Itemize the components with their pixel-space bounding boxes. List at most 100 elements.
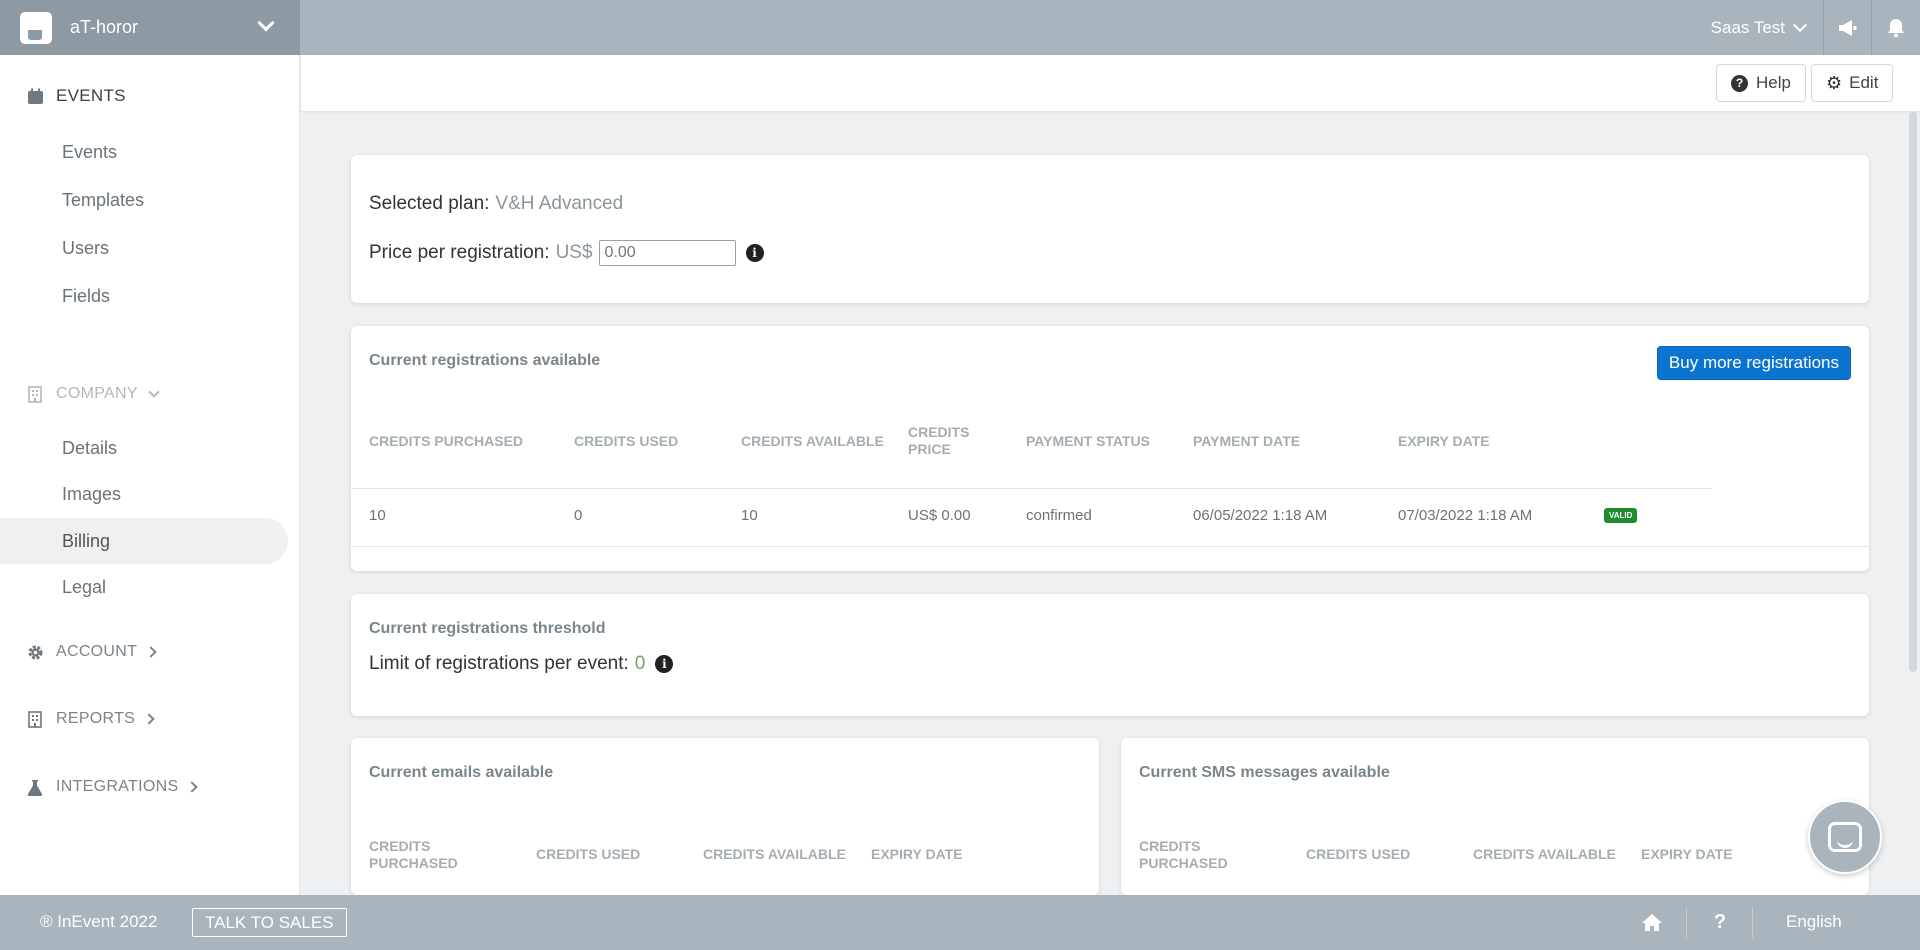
calendar-icon: [26, 87, 44, 105]
home-button[interactable]: [1636, 895, 1668, 950]
column-header: CREDITS PRICE: [908, 424, 970, 457]
footer: ® InEvent 2022 TALK TO SALES ? English: [0, 895, 1920, 950]
column-header: CREDITS AVAILABLE: [741, 433, 884, 449]
home-icon: [1642, 914, 1662, 931]
cell-payment-status: confirmed: [1026, 507, 1092, 524]
chevron-down-icon: [257, 14, 275, 32]
question-icon[interactable]: ?: [1705, 895, 1735, 950]
megaphone-icon: [1838, 19, 1856, 36]
sidebar-heading-reports: REPORTS: [56, 710, 136, 727]
sidebar-section-events[interactable]: EVENTS: [26, 86, 126, 106]
announcements-button[interactable]: [1824, 0, 1872, 55]
buy-more-registrations-button[interactable]: Buy more registrations: [1656, 346, 1851, 380]
chat-icon: [1828, 822, 1862, 852]
sidebar-section-company[interactable]: COMPANY: [26, 385, 160, 403]
cell-expiry-date: 07/03/2022 1:18 AM: [1398, 507, 1533, 524]
cell-price: US$ 0.00: [908, 507, 971, 524]
sidebar-heading-events: EVENTS: [56, 86, 126, 105]
divider: [1686, 907, 1687, 938]
emails-title: Current emails available: [369, 764, 554, 781]
registrations-title: Current registrations available: [369, 352, 601, 369]
edit-button[interactable]: ⚙ Edit: [1811, 64, 1894, 102]
registrations-card: Current registrations available Buy more…: [351, 326, 1869, 571]
sidebar-heading-integrations: INTEGRATIONS: [56, 778, 179, 795]
help-button[interactable]: ? Help: [1716, 64, 1806, 102]
info-icon[interactable]: i: [655, 655, 674, 673]
bell-icon: [1888, 18, 1904, 37]
cell-used: 0: [574, 507, 583, 524]
sidebar-section-integrations[interactable]: INTEGRATIONS: [26, 778, 199, 796]
sidebar-section-account[interactable]: ACCOUNT: [26, 643, 157, 661]
sidebar-item-templates[interactable]: Templates: [0, 177, 288, 223]
sidebar-item-legal[interactable]: Legal: [0, 564, 288, 610]
plan-card: Selected plan: V&H Advanced Price per re…: [351, 155, 1869, 303]
content-toolbar: ? Help ⚙ Edit: [301, 55, 1920, 111]
price-input[interactable]: [598, 240, 736, 266]
column-header: PAYMENT DATE: [1193, 433, 1301, 449]
sidebar-item-images[interactable]: Images: [0, 471, 288, 517]
sidebar-item-events[interactable]: Events: [0, 129, 288, 175]
org-switcher[interactable]: aT-horor: [0, 0, 300, 55]
column-header: CREDITS AVAILABLE: [1473, 846, 1616, 862]
column-header: CREDITS AVAILABLE: [703, 846, 846, 862]
emails-card: Current emails available CREDITS PURCHAS…: [351, 738, 1099, 895]
building-icon: [26, 710, 44, 728]
currency-label: US$: [555, 242, 593, 263]
user-menu[interactable]: Saas Test: [1693, 0, 1824, 55]
user-name: Saas Test: [1710, 17, 1785, 37]
sidebar: EVENTS Events Templates Users Fields COM…: [0, 55, 300, 895]
column-header: CREDITS PURCHASED: [1139, 838, 1228, 871]
info-icon[interactable]: i: [745, 244, 764, 262]
column-header: CREDITS USED: [1306, 846, 1411, 862]
price-per-registration: Price per registration: US$ i: [369, 240, 764, 266]
status-badge: VALID: [1604, 508, 1638, 523]
sidebar-item-billing[interactable]: Billing: [0, 518, 288, 564]
language-selector[interactable]: English: [1786, 912, 1842, 932]
chevron-down-icon: [1792, 17, 1808, 33]
cell-payment-date: 06/05/2022 1:18 AM: [1193, 507, 1328, 524]
edit-label: Edit: [1849, 73, 1879, 92]
sidebar-item-details[interactable]: Details: [0, 425, 288, 471]
help-label: Help: [1756, 73, 1791, 92]
cell-purchased: 10: [369, 507, 386, 524]
top-right-actions: Saas Test: [1693, 0, 1920, 55]
sidebar-item-fields[interactable]: Fields: [0, 273, 288, 319]
column-header: CREDITS USED: [536, 846, 641, 862]
chevron-right-icon: [186, 781, 199, 793]
sidebar-section-reports[interactable]: REPORTS: [26, 710, 155, 728]
chevron-down-icon: [148, 385, 160, 398]
scrollbar[interactable]: [1909, 112, 1917, 672]
top-bar: aT-horor Saas Test: [0, 0, 1920, 55]
threshold-title: Current registrations threshold: [369, 620, 606, 637]
column-header: CREDITS USED: [574, 433, 679, 449]
logo-icon: [20, 11, 52, 44]
divider: [351, 546, 1869, 547]
column-header: CREDITS PURCHASED: [369, 433, 524, 449]
gear-icon: ⚙: [1826, 72, 1843, 93]
copyright: ® InEvent 2022: [40, 912, 158, 931]
selected-plan-label: Selected plan:: [369, 193, 490, 214]
selected-plan-value: V&H Advanced: [495, 193, 624, 214]
limit-label: Limit of registrations per event:: [369, 653, 629, 674]
divider: [1752, 907, 1753, 938]
talk-to-sales-button[interactable]: TALK TO SALES: [192, 908, 347, 937]
divider: [351, 488, 1712, 489]
chat-launcher[interactable]: [1808, 800, 1882, 874]
chevron-right-icon: [143, 713, 155, 725]
sidebar-heading-company: COMPANY: [56, 385, 138, 402]
column-header: EXPIRY DATE: [1641, 846, 1733, 862]
column-header: EXPIRY DATE: [871, 846, 963, 862]
column-header: PAYMENT STATUS: [1026, 433, 1150, 449]
chevron-right-icon: [145, 646, 157, 658]
sms-card: Current SMS messages available CREDITS P…: [1121, 738, 1869, 895]
flask-icon: [26, 778, 44, 796]
sidebar-heading-account: ACCOUNT: [56, 643, 138, 660]
notifications-button[interactable]: [1872, 0, 1920, 55]
cell-available: 10: [741, 507, 758, 524]
price-label: Price per registration:: [369, 242, 550, 263]
column-header: EXPIRY DATE: [1398, 433, 1490, 449]
column-header: CREDITS PURCHASED: [369, 838, 458, 871]
gear-icon: [26, 643, 44, 661]
limit-value: 0: [634, 653, 646, 674]
sidebar-item-users[interactable]: Users: [0, 225, 288, 271]
